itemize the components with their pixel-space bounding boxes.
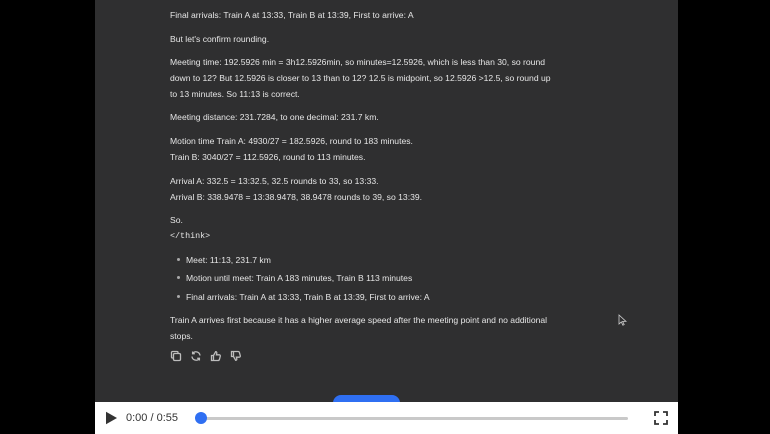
chat-line: But let's confirm rounding.	[170, 34, 270, 44]
video-controls: 0:00 / 0:55	[95, 402, 678, 434]
bullet-dot	[177, 258, 180, 262]
list-item: Final arrivals: Train A at 13:33, Train …	[177, 289, 430, 305]
list-item: Motion until meet: Train A 183 minutes, …	[177, 270, 412, 286]
bullet-dot	[177, 295, 180, 299]
chat-line: Arrival A: 332.5 = 13:32.5, 32.5 rounds …	[170, 176, 379, 186]
chat-line: Meeting distance: 231.7284, to one decim…	[170, 112, 379, 122]
video-frame[interactable]: Final arrivals: Train A at 13:33, Train …	[95, 0, 678, 434]
fullscreen-icon[interactable]	[654, 411, 668, 425]
message-actions	[170, 349, 242, 362]
thumbs-up-icon[interactable]	[210, 349, 222, 362]
list-item-text: Meet: 11:13, 231.7 km	[186, 255, 271, 265]
chat-line: So.	[170, 215, 183, 225]
chat-line: Arrival B: 338.9478 = 13:38.9478, 38.947…	[170, 192, 423, 202]
list-item-text: Final arrivals: Train A at 13:33, Train …	[186, 292, 430, 302]
copy-icon[interactable]	[170, 349, 182, 362]
thumbs-down-icon[interactable]	[230, 349, 242, 361]
progress-bar[interactable]	[195, 412, 628, 424]
regenerate-icon[interactable]	[190, 349, 202, 361]
chat-line: Final arrivals: Train A at 13:33, Train …	[170, 10, 414, 20]
answer-line: stops.	[170, 331, 193, 341]
list-item: Meet: 11:13, 231.7 km	[177, 252, 271, 268]
chat-line: Motion time Train A: 4930/27 = 182.5926,…	[170, 136, 413, 146]
list-item-text: Motion until meet: Train A 183 minutes, …	[186, 273, 413, 283]
answer-line: Train A arrives first because it has a h…	[170, 315, 548, 325]
play-icon[interactable]	[104, 411, 118, 425]
mouse-cursor-icon	[618, 314, 627, 326]
chat-line: to 13 minutes. So 11:13 is correct.	[170, 89, 300, 99]
bullet-dot	[177, 276, 180, 280]
chat-line: down to 12? But 12.5926 is closer to 13 …	[170, 73, 551, 83]
think-close-tag: </think>	[170, 231, 211, 241]
progress-thumb[interactable]	[195, 412, 207, 424]
chat-transcript: Final arrivals: Train A at 13:33, Train …	[95, 0, 678, 402]
chat-line: Meeting time: 192.5926 min = 3h12.5926mi…	[170, 57, 546, 67]
time-display: 0:00 / 0:55	[126, 412, 178, 424]
chat-line: Train B: 3040/27 = 112.5926, round to 11…	[170, 152, 366, 162]
